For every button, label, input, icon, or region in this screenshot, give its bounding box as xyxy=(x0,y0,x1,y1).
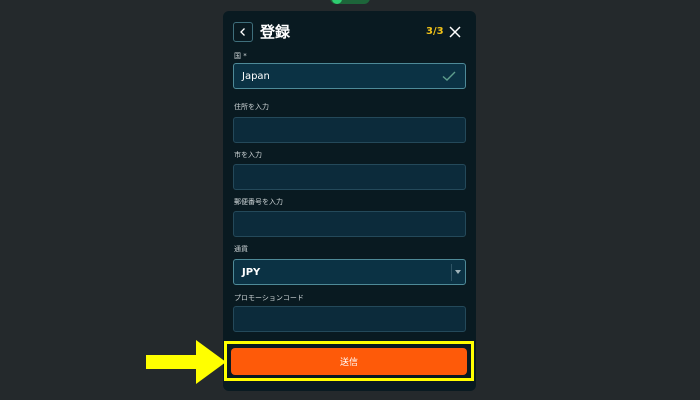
postal-label: 郵便番号を入力 xyxy=(234,198,283,206)
submit-label: 送信 xyxy=(339,358,358,368)
chevron-left-icon xyxy=(240,28,245,36)
currency-label: 通貨 xyxy=(234,245,248,253)
country-field[interactable]: Japan xyxy=(233,63,466,89)
check-icon xyxy=(442,71,456,81)
promo-input[interactable] xyxy=(233,306,466,332)
registration-modal: 登録 3/3 国 * Japan 住所を入力 市を入力 郵便番号を入力 通貨 J… xyxy=(223,11,476,391)
submit-button[interactable]: 送信 xyxy=(231,348,467,375)
postal-input[interactable] xyxy=(233,211,466,237)
back-button[interactable] xyxy=(233,22,253,42)
chevron-down-icon[interactable] xyxy=(455,270,461,274)
close-icon[interactable] xyxy=(448,25,462,39)
address-label: 住所を入力 xyxy=(234,103,269,111)
city-input[interactable] xyxy=(233,164,466,190)
currency-value: JPY xyxy=(242,267,261,278)
country-value: Japan xyxy=(242,71,270,82)
currency-select[interactable]: JPY xyxy=(233,259,466,285)
city-label: 市を入力 xyxy=(234,151,262,159)
modal-header: 登録 3/3 xyxy=(223,11,476,51)
address-input[interactable] xyxy=(233,117,466,143)
promo-label: プロモーションコード xyxy=(234,294,304,302)
step-indicator: 3/3 xyxy=(426,26,444,37)
country-label: 国 * xyxy=(234,52,247,60)
arrow-right-icon xyxy=(146,340,226,384)
modal-title: 登録 xyxy=(260,23,291,41)
select-divider xyxy=(451,264,452,281)
